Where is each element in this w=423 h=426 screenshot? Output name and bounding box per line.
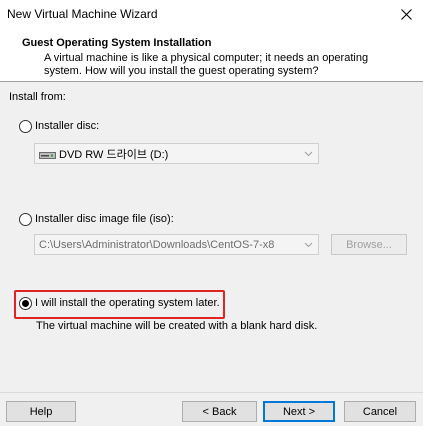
browse-button[interactable]: Browse... — [331, 234, 407, 255]
installer-disc-label: Installer disc: — [35, 120, 100, 132]
wizard-header: Guest Operating System Installation A vi… — [0, 29, 423, 82]
title-bar: New Virtual Machine Wizard — [0, 0, 423, 29]
close-icon — [400, 9, 412, 20]
install-from-label: Install from: — [9, 91, 66, 103]
iso-path-input[interactable]: C:\Users\Administrator\Downloads\CentOS-… — [34, 234, 319, 255]
iso-image-label: Installer disc image file (iso): — [35, 213, 174, 225]
install-later-description: The virtual machine will be created with… — [36, 320, 318, 332]
disc-drive-select[interactable]: DVD RW 드라이브 (D:) — [34, 143, 319, 164]
cancel-button[interactable]: Cancel — [344, 401, 416, 422]
install-later-radio[interactable]: I will install the operating system late… — [19, 295, 220, 311]
radio-button-selected[interactable] — [19, 296, 32, 310]
page-description: A virtual machine is like a physical com… — [44, 52, 369, 77]
help-button[interactable]: Help — [6, 401, 76, 422]
window-title: New Virtual Machine Wizard — [7, 7, 158, 21]
page-title: Guest Operating System Installation — [22, 37, 212, 49]
close-button[interactable] — [389, 0, 423, 29]
iso-path-value: C:\Users\Administrator\Downloads\CentOS-… — [39, 238, 275, 251]
installer-disc-radio[interactable]: Installer disc: — [19, 118, 99, 134]
dvd-drive-icon — [39, 150, 56, 159]
iso-image-radio[interactable]: Installer disc image file (iso): — [19, 211, 174, 227]
install-later-label: I will install the operating system late… — [35, 297, 220, 309]
chevron-down-icon — [304, 242, 313, 248]
radio-button[interactable] — [19, 119, 32, 133]
chevron-down-icon — [304, 151, 313, 157]
footer-divider — [0, 392, 423, 393]
radio-button[interactable] — [19, 212, 32, 226]
back-button[interactable]: < Back — [182, 401, 257, 422]
next-button[interactable]: Next > — [263, 401, 335, 422]
disc-drive-value: DVD RW 드라이브 (D:) — [59, 148, 169, 161]
